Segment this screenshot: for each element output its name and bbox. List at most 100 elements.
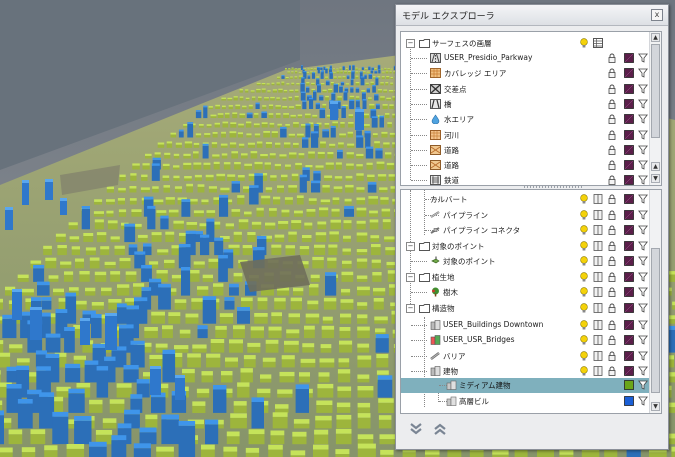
filter-icon[interactable] [638,53,648,63]
lock-icon[interactable] [607,130,617,140]
tree-row-surface-item[interactable]: 交差点 [401,82,649,97]
lightbulb-icon[interactable] [579,38,589,48]
scroll-up-button[interactable]: ▲ [651,33,660,42]
filter-icon[interactable] [638,99,648,109]
filter-icon[interactable] [638,241,648,251]
panel-titlebar[interactable]: モデル エクスプローラ x [396,5,668,26]
lightbulb-icon[interactable] [579,241,589,251]
filter-icon[interactable] [638,351,648,361]
lock-icon[interactable] [607,272,617,282]
filter-icon[interactable] [638,320,648,330]
scroll-down-button[interactable]: ▼ [651,402,660,411]
lock-icon[interactable] [607,175,617,185]
structures-tree[interactable]: カルバート パイプライン パイプライン コネクタ − 対象のポイント 対象のポイント − 植生… [400,189,662,414]
layer-color-swatch[interactable] [624,241,634,251]
filter-icon[interactable] [638,380,648,390]
lock-icon[interactable] [607,303,617,313]
layer-panel-icon[interactable] [593,272,603,282]
lock-icon[interactable] [607,287,617,297]
layer-color-swatch[interactable] [624,53,634,63]
layer-panel-icon[interactable] [593,351,603,361]
expand-all-chevron-down-icon[interactable] [408,421,424,437]
tree-row-surface-item[interactable]: 道路 [401,143,649,158]
layer-color-swatch[interactable] [624,194,634,204]
lightbulb-icon[interactable] [579,351,589,361]
lock-icon[interactable] [607,194,617,204]
tree-row-surface-layers[interactable]: − サーフェスの画層 [401,36,649,51]
scroll-thumb[interactable] [651,248,660,393]
filter-icon[interactable] [638,160,648,170]
lightbulb-icon[interactable] [579,194,589,204]
tree-row-structure-item[interactable]: − 構造物 [401,301,649,316]
lock-icon[interactable] [607,53,617,63]
tree-row-selected[interactable]: ミディアム建物 [401,378,649,393]
tree-row-surface-item[interactable]: 水エリア [401,112,649,127]
tree-row-surface-item[interactable]: 道路 [401,158,649,173]
collapse-expander[interactable]: − [406,242,415,251]
layer-color-swatch[interactable] [624,320,634,330]
tree-row-structure-item[interactable]: カルバート [401,192,649,207]
filter-icon[interactable] [638,287,648,297]
layer-panel-icon[interactable] [593,366,603,376]
collapse-all-chevron-up-icon[interactable] [432,421,448,437]
layer-color-swatch[interactable] [624,256,634,266]
lock-icon[interactable] [607,99,617,109]
filter-icon[interactable] [638,225,648,235]
filter-icon[interactable] [638,256,648,266]
tree-row-structure-item[interactable]: 対象のポイント [401,254,649,269]
layer-color-swatch[interactable] [624,225,634,235]
lock-icon[interactable] [607,366,617,376]
lightbulb-icon[interactable] [579,225,589,235]
layer-panel-icon[interactable] [593,241,603,251]
layer-color-swatch[interactable] [624,335,634,345]
layer-color-swatch[interactable] [624,351,634,361]
lightbulb-icon[interactable] [579,303,589,313]
layer-panel-icon[interactable] [593,335,603,345]
scroll-thumb[interactable] [651,44,660,138]
filter-icon[interactable] [638,194,648,204]
scroll-up-button[interactable]: ▲ [651,162,660,171]
layer-color-swatch[interactable] [624,380,634,390]
top-tree-scrollbar[interactable]: ▲ ▲ ▼ [649,32,661,185]
tree-row-structure-item[interactable]: バリア [401,349,649,364]
collapse-expander[interactable]: − [406,273,415,282]
tree-row-structure-item[interactable]: USER_Buildings Downtown [401,318,649,333]
layer-color-swatch[interactable] [624,396,634,406]
layer-color-swatch[interactable] [624,83,634,94]
lightbulb-icon[interactable] [579,272,589,282]
layer-panel-icon[interactable] [593,225,603,235]
lock-icon[interactable] [607,145,617,155]
layer-panel-icon[interactable] [593,194,603,204]
tree-row-structure-item[interactable]: − 対象のポイント [401,239,649,254]
tree-row-surface-item[interactable]: USER_Presidio_Parkway [401,51,649,66]
lock-icon[interactable] [607,335,617,345]
tree-row-structure-item[interactable]: − 植生地 [401,270,649,285]
tree-row-structure-item[interactable]: 樹木 [401,285,649,300]
pane-splitter-handle[interactable] [524,185,584,188]
filter-icon[interactable] [638,84,648,94]
lock-icon[interactable] [607,114,617,125]
layer-color-swatch[interactable] [624,114,634,125]
layer-color-swatch[interactable] [624,366,634,376]
filter-icon[interactable] [638,303,648,313]
lightbulb-icon[interactable] [579,256,589,266]
layer-color-swatch[interactable] [624,98,634,109]
surface-layers-tree[interactable]: − サーフェスの画層 USER_Presidio_Parkway カバレッジ エリ… [400,31,662,186]
layer-color-swatch[interactable] [624,287,634,297]
layer-color-swatch[interactable] [624,144,634,155]
layer-panel-icon[interactable] [593,287,603,297]
layer-color-swatch[interactable] [624,272,634,282]
table-icon[interactable] [593,38,603,48]
lock-icon[interactable] [607,68,617,79]
tree-row-surface-item[interactable]: カバレッジ エリア [401,66,649,81]
lock-icon[interactable] [607,351,617,361]
close-button[interactable]: x [651,9,663,21]
lock-icon[interactable] [607,320,617,330]
lock-icon[interactable] [607,241,617,251]
tree-row-structure-item[interactable]: USER_USR_Bridges [401,333,649,348]
filter-icon[interactable] [638,272,648,282]
lightbulb-icon[interactable] [579,320,589,330]
lock-icon[interactable] [607,256,617,266]
layer-panel-icon[interactable] [593,256,603,266]
filter-icon[interactable] [638,114,648,124]
